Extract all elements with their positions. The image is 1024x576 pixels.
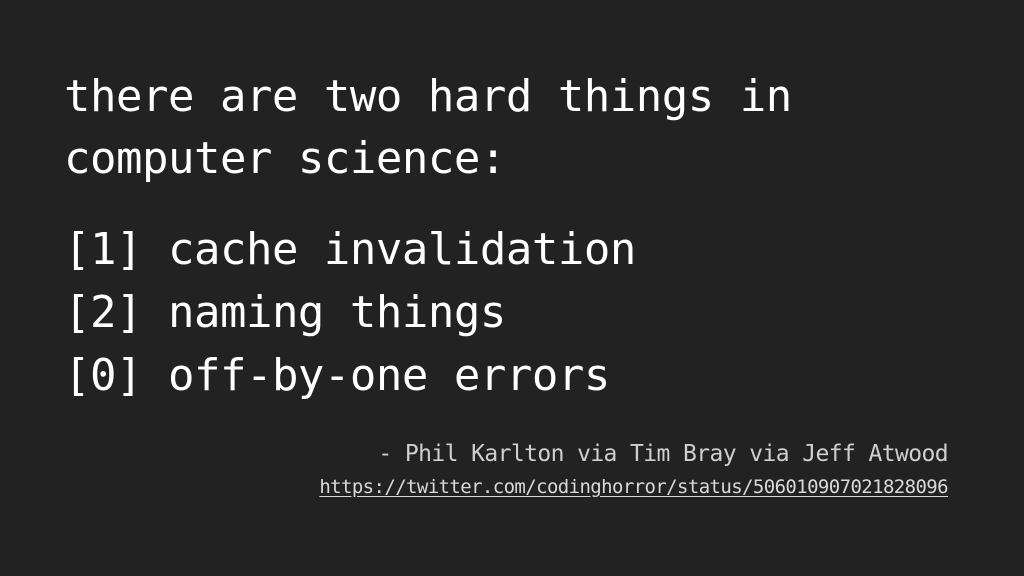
hard-things-list: [1] cache invalidation [2] naming things… <box>64 218 636 407</box>
item-marker: [0] <box>64 350 142 401</box>
item-text: naming things <box>167 287 506 338</box>
item-marker: [1] <box>64 224 142 275</box>
intro-line-1: there are two hard things in <box>64 71 792 122</box>
intro-line-2: computer science: <box>64 133 506 184</box>
item-text: cache invalidation <box>167 224 636 275</box>
attribution: - Phil Karlton via Tim Bray via Jeff Atw… <box>378 441 948 467</box>
source-link[interactable]: https://twitter.com/codinghorror/status/… <box>319 474 948 500</box>
intro-heading: there are two hard things in computer sc… <box>64 66 792 190</box>
item-marker: [2] <box>64 287 142 338</box>
item-text: off-by-one errors <box>167 350 610 401</box>
slide: there are two hard things in computer sc… <box>0 0 1024 576</box>
list-item: [1] cache invalidation <box>64 218 636 281</box>
list-item: [2] naming things <box>64 281 636 344</box>
list-item: [0] off-by-one errors <box>64 344 636 407</box>
